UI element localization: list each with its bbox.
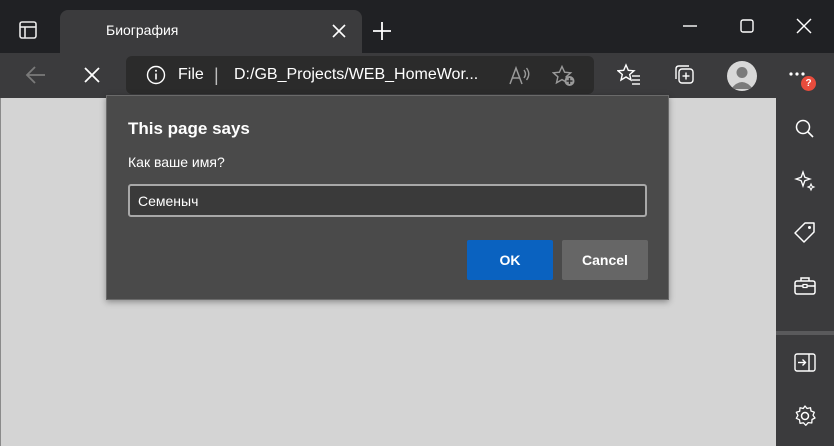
tab-actions-icon[interactable] bbox=[18, 20, 38, 40]
address-url[interactable]: D:/GB_Projects/WEB_HomeWor... bbox=[234, 66, 478, 84]
notification-badge: ? bbox=[801, 76, 816, 91]
address-scheme: File bbox=[178, 66, 204, 83]
profile-avatar[interactable] bbox=[727, 61, 757, 91]
dialog-message: Как ваше имя? bbox=[128, 154, 225, 170]
address-bar[interactable]: File | D:/GB_Projects/WEB_HomeWor... bbox=[126, 56, 594, 94]
read-aloud-icon[interactable] bbox=[508, 65, 532, 87]
add-favorite-icon[interactable] bbox=[552, 65, 576, 87]
collections-icon[interactable] bbox=[672, 63, 696, 87]
favorites-icon[interactable] bbox=[617, 63, 641, 87]
sparkle-icon[interactable] bbox=[792, 168, 818, 194]
info-icon[interactable] bbox=[146, 65, 166, 85]
toolbar: File | D:/GB_Projects/WEB_HomeWor... ? bbox=[0, 53, 834, 98]
close-window-icon[interactable] bbox=[794, 16, 814, 36]
address-separator: | bbox=[214, 65, 219, 85]
toolbox-icon[interactable] bbox=[792, 273, 818, 299]
plus-icon[interactable] bbox=[371, 20, 393, 42]
stop-icon[interactable] bbox=[80, 63, 104, 87]
open-pane-icon[interactable] bbox=[792, 350, 818, 376]
cancel-button[interactable]: Cancel bbox=[562, 240, 648, 280]
tab-title: Биография bbox=[106, 22, 179, 38]
sidebar-divider bbox=[776, 331, 834, 335]
dialog-title: This page says bbox=[128, 119, 250, 138]
title-bar: Биография bbox=[0, 0, 834, 53]
right-sidebar bbox=[776, 98, 834, 446]
search-icon[interactable] bbox=[792, 116, 818, 142]
tag-icon[interactable] bbox=[792, 220, 818, 246]
browser-window: Биография File | D:/GB_Projects/WEB_Home… bbox=[0, 0, 834, 446]
prompt-dialog: This page says Как ваше имя? OK Cancel bbox=[106, 95, 669, 300]
back-arrow-icon[interactable] bbox=[24, 63, 48, 87]
tab-active[interactable]: Биография bbox=[60, 10, 362, 53]
minimize-icon[interactable] bbox=[680, 16, 700, 36]
close-icon[interactable] bbox=[332, 24, 346, 38]
prompt-input[interactable] bbox=[128, 184, 647, 217]
ok-button[interactable]: OK bbox=[467, 240, 553, 280]
maximize-icon[interactable] bbox=[737, 16, 757, 36]
gear-icon[interactable] bbox=[792, 403, 818, 429]
